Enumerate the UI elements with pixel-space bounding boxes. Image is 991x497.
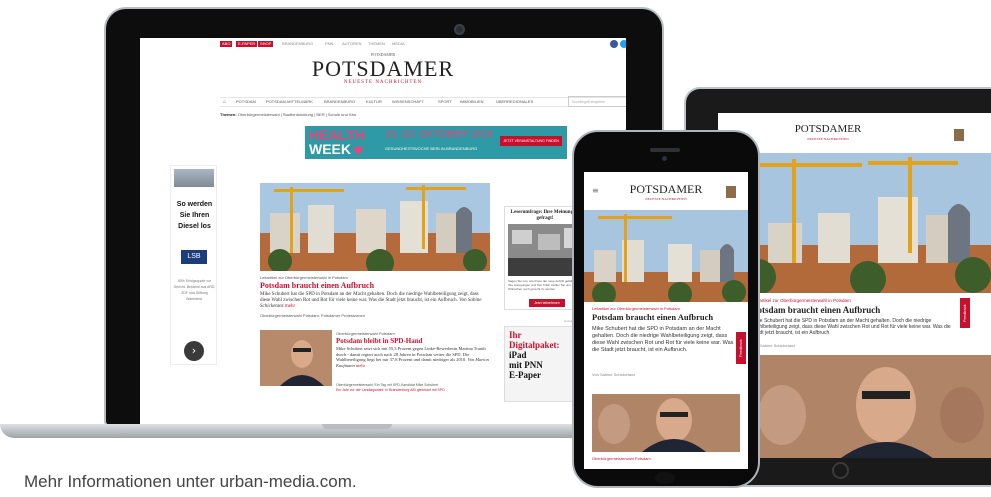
nav-item-brandenburg[interactable]: BRANDENBURG [324, 99, 355, 104]
tablet-article-headline[interactable]: Potsdam braucht einen Aufbruch [752, 305, 880, 315]
second-article-teaser-text: Mike Schubert setzt sich mit 55,3 Prozen… [336, 346, 486, 362]
main-article-related[interactable]: Oberbürgermeisterwahl Potsdam: Potsdamer… [260, 313, 365, 318]
nav-item-immobilien[interactable]: IMMOBILIEN [460, 99, 484, 104]
toplink-themen[interactable]: THEMEN [366, 41, 387, 47]
second-article-headline[interactable]: Potsdam bleibt in SPD-Hand [336, 337, 423, 345]
home-icon[interactable]: ⌂ [223, 99, 226, 105]
side-ad-diesel[interactable]: So werden Sie Ihren Diesel los LSB 80% E… [170, 165, 217, 365]
epaper-line3: iPad [509, 350, 527, 360]
toplink-pnn[interactable]: PNN [323, 41, 335, 47]
epaper-ad-text: Ihr Digitalpaket: iPad mit PNN E-Paper [509, 330, 560, 380]
tablet-home-button[interactable] [832, 462, 849, 479]
phone-second-image[interactable] [592, 394, 740, 452]
chevron-right-icon[interactable]: › [184, 341, 204, 361]
themen-items[interactable]: Oberbürgermeisterwahl | Stadtentwicklung… [238, 112, 356, 117]
second-article-teaser: Mike Schubert setzt sich mit 55,3 Prozen… [336, 346, 496, 368]
toplink-autoren[interactable]: AUTOREN [340, 41, 363, 47]
main-article-teaser-text: Mike Schubert hat die SPD in Potsdam an … [260, 292, 479, 303]
nav-item-sport[interactable]: SPORT [438, 99, 452, 104]
epaper-line1: Ihr [509, 330, 522, 340]
phone-speaker [650, 148, 680, 152]
nav-item-potsdam-mittelmark[interactable]: POTSDAM-MITTELMARK [266, 99, 313, 104]
themen-label: Themen: [220, 112, 237, 117]
banner-date: 15.-20. OKTOBER 2019 [385, 129, 493, 140]
phone-article-teaser: Mike Schubert hat die SPD in Potsdam an … [592, 326, 734, 353]
nav-item-potsdam[interactable]: POTSDAM [236, 99, 256, 104]
main-article-kicker: Leitartikel zur Oberbürgermeisterwahl in… [260, 275, 348, 280]
banner-cta-button[interactable]: JETZT VERANSTALTUNG FINDEN [500, 136, 562, 146]
main-article-teaser: Mike Schubert hat die SPD in Potsdam an … [260, 292, 490, 310]
phone-epaper-icon[interactable] [726, 186, 736, 198]
toplink-brandenburg[interactable]: BRANDENBURG [280, 41, 315, 47]
brand-subtitle: NEUESTE NACHRICHTEN [343, 80, 423, 85]
side-ad-logo: LSB [181, 250, 207, 264]
tab-epaper[interactable]: E-PAPER [236, 41, 258, 47]
tablet-article-kicker: Leitartikel zur Oberbürgermeisterwahl in… [752, 298, 851, 303]
side-ad-text: 80% Erfolgsquote vor Gericht. Bekannt au… [173, 279, 216, 301]
caption-text[interactable]: Mehr Informationen unter urban-media.com… [24, 472, 357, 492]
phone-brand-subtitle: NEUESTE NACHRICHTEN [645, 197, 687, 201]
nav-item-ueberregionales[interactable]: ÜBERREGIONALES [496, 99, 533, 104]
nav-item-kultur[interactable]: KULTUR [366, 99, 382, 104]
search-input[interactable]: Suchbegriff eingeben [568, 96, 626, 107]
main-nav: ⌂ POTSDAM POTSDAM-MITTELMARK BRANDENBURG… [220, 97, 626, 107]
phone-article-headline[interactable]: Potsdam braucht einen Aufbruch [592, 312, 713, 322]
nav-item-wissenschaft[interactable]: WISSENSCHAFT [392, 99, 424, 104]
phone-article-image[interactable] [584, 210, 748, 306]
health-week-banner[interactable]: HEALTH WEEK ♥ 15.-20. OKTOBER 2019 GESUN… [305, 126, 567, 159]
tablet-epaper-icon[interactable] [954, 129, 964, 141]
phone-article-author: Von Sabine Schicketanz [592, 372, 636, 377]
tablet-brand-logo[interactable]: POTSDAMER [718, 123, 938, 135]
epaper-line5: E-Paper [509, 370, 541, 380]
phone-home-button[interactable] [655, 472, 675, 484]
top-bar: ABO E-PAPER SHOP BRANDENBURG PNN AUTOREN… [140, 38, 626, 50]
second-article-related-1[interactable]: Oberbürgermeisterwahl: Ein Tag mit SPD-K… [336, 383, 438, 387]
heart-icon: ♥ [353, 144, 364, 158]
epaper-line4: mit PNN [509, 360, 543, 370]
phone-screen: ≡ POTSDAMER NEUESTE NACHRICHTEN Leitarti… [584, 172, 748, 469]
second-article-image[interactable] [260, 330, 332, 386]
second-article-more-link[interactable]: mehr [356, 363, 365, 368]
main-article-headline[interactable]: Potsdam braucht einen Aufbruch [260, 281, 374, 290]
phone-feedback-tab[interactable]: Feedback [736, 332, 746, 364]
phone-article-kicker: Leitartikel zur Oberbürgermeisterwahl in… [592, 306, 680, 311]
banner-line2: WEEK [309, 141, 351, 157]
second-article-related-2[interactable]: Ein Jahr vor der Landtagswahl: In Brande… [336, 388, 445, 392]
laptop-notch [322, 424, 392, 429]
tablet-feedback-tab[interactable]: Feedback [960, 298, 970, 328]
laptop-camera [454, 24, 465, 35]
epaper-line2: Digitalpaket: [509, 340, 560, 350]
main-article-more-link[interactable]: mehr [285, 304, 295, 309]
laptop-screen: ABO E-PAPER SHOP BRANDENBURG PNN AUTOREN… [140, 38, 626, 427]
twitter-icon[interactable] [620, 40, 626, 48]
phone-brand-logo[interactable]: POTSDAMER [584, 182, 748, 197]
themen-bar: Themen: Oberbürgermeisterwahl | Stadtent… [220, 112, 356, 117]
facebook-icon[interactable] [610, 40, 618, 48]
second-article-kicker: Oberbürgermeisterwahl Potsdam [336, 331, 395, 336]
main-article-image[interactable] [260, 183, 490, 271]
side-ad-image [174, 169, 214, 187]
tab-abo[interactable]: ABO [220, 41, 233, 47]
brand-logo[interactable]: POTSDAMER [140, 56, 626, 82]
tablet-article-teaser: Mike Schubert hat die SPD in Potsdam an … [752, 318, 951, 336]
tablet-second-image[interactable] [752, 355, 991, 458]
banner-subtitle: GESUNDHEITSWOCHE BERLIN-BRANDENBURG [385, 146, 478, 151]
tab-shop[interactable]: SHOP [258, 41, 274, 47]
phone-camera [662, 156, 667, 161]
toplink-media[interactable]: MEDIA [390, 41, 407, 47]
side-ad-headline: So werden Sie Ihren Diesel los [176, 201, 213, 230]
poll-participate-button[interactable]: Jetzt teilnehmen [529, 299, 565, 307]
phone-next-kicker: Oberbürgermeisterwahl Potsdam [592, 456, 651, 461]
